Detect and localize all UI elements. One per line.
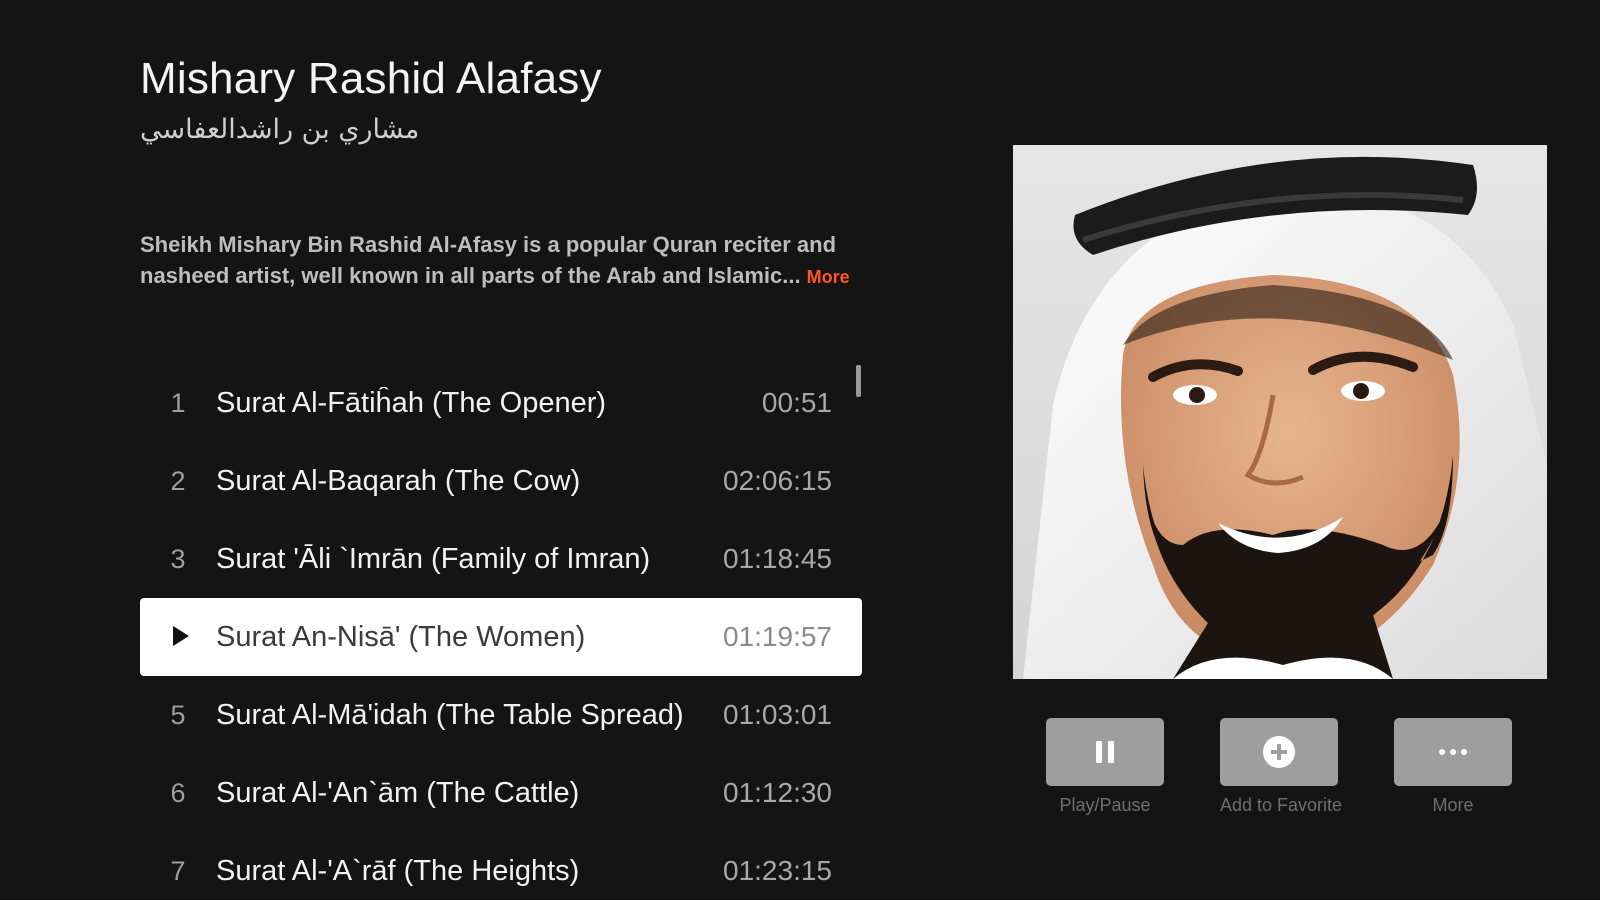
add-to-favorite-label: Add to Favorite xyxy=(1220,795,1343,815)
track-duration: 01:23:15 xyxy=(723,855,832,886)
description-text: Sheikh Mishary Bin Rashid Al-Afasy is a … xyxy=(140,232,837,288)
track-row[interactable]: 6 Surat Al-'An`ām (The Cattle) 01:12:30 xyxy=(140,754,862,832)
favorite-control: Add to Favorite xyxy=(1220,718,1343,816)
page-title: Mishary Rashid Alafasy xyxy=(140,54,602,103)
track-number: 6 xyxy=(170,777,186,808)
track-row[interactable]: 3 Surat 'Āli `Imrān (Family of Imran) 01… xyxy=(140,520,862,598)
artist-description: Sheikh Mishary Bin Rashid Al-Afasy is a … xyxy=(140,229,860,293)
artist-photo xyxy=(1013,145,1547,679)
album-detail-screen: Mishary Rashid Alafasy مشاري بن راشدالعف… xyxy=(0,0,1600,900)
add-to-favorite-button[interactable] xyxy=(1220,718,1338,786)
track-title: Surat Al-Mā'idah (The Table Spread) xyxy=(216,698,682,731)
more-control: More xyxy=(1394,718,1512,816)
track-row[interactable]: 1 Surat Al-Fātiĥah (The Opener) 00:51 xyxy=(140,364,862,442)
track-row[interactable]: 5 Surat Al-Mā'idah (The Table Spread) 01… xyxy=(140,676,862,754)
track-title: Surat Al-'A`rāf (The Heights) xyxy=(216,854,580,887)
player-controls: Play/Pause Add to Favorite More xyxy=(1046,718,1516,828)
track-row[interactable]: 7 Surat Al-'A`rāf (The Heights) 01:23:15 xyxy=(140,832,862,900)
track-list: 1 Surat Al-Fātiĥah (The Opener) 00:51 2 … xyxy=(140,364,862,900)
track-number: 7 xyxy=(170,855,186,886)
now-playing-icon xyxy=(140,622,216,653)
track-duration: 01:19:57 xyxy=(723,621,832,652)
track-title: Surat Al-'An`ām (The Cattle) xyxy=(216,776,580,809)
track-duration: 01:03:01 xyxy=(723,699,832,730)
description-more-link[interactable]: More xyxy=(807,267,850,287)
track-duration: 02:06:15 xyxy=(723,465,832,496)
track-number: 5 xyxy=(170,699,186,730)
track-title: Surat 'Āli `Imrān (Family of Imran) xyxy=(216,542,651,575)
play-pause-control: Play/Pause xyxy=(1046,718,1164,816)
more-dots-icon xyxy=(1439,749,1467,755)
play-pause-button[interactable] xyxy=(1046,718,1164,786)
track-title: Surat Al-Fātiĥah (The Opener) xyxy=(216,386,607,419)
track-duration: 00:51 xyxy=(761,387,832,418)
track-row[interactable]: 2 Surat Al-Baqarah (The Cow) 02:06:15 xyxy=(140,442,862,520)
track-number: 1 xyxy=(170,387,186,418)
more-button[interactable] xyxy=(1394,718,1512,786)
more-label: More xyxy=(1432,795,1474,815)
arabic-subtitle: مشاري بن راشدالعفاسي xyxy=(140,114,420,145)
track-number: 2 xyxy=(170,465,186,496)
play-pause-label: Play/Pause xyxy=(1059,795,1151,815)
track-row-now-playing[interactable]: Surat An-Nisā' (The Women) 01:19:57 xyxy=(140,598,862,676)
track-number: 3 xyxy=(170,543,186,574)
pause-icon xyxy=(1096,741,1114,763)
track-duration: 01:12:30 xyxy=(723,777,832,808)
add-circle-icon xyxy=(1263,736,1295,768)
track-list-scrollbar[interactable] xyxy=(856,365,861,397)
track-title: Surat An-Nisā' (The Women) xyxy=(216,620,586,653)
track-title: Surat Al-Baqarah (The Cow) xyxy=(216,464,581,497)
track-duration: 01:18:45 xyxy=(723,543,832,574)
